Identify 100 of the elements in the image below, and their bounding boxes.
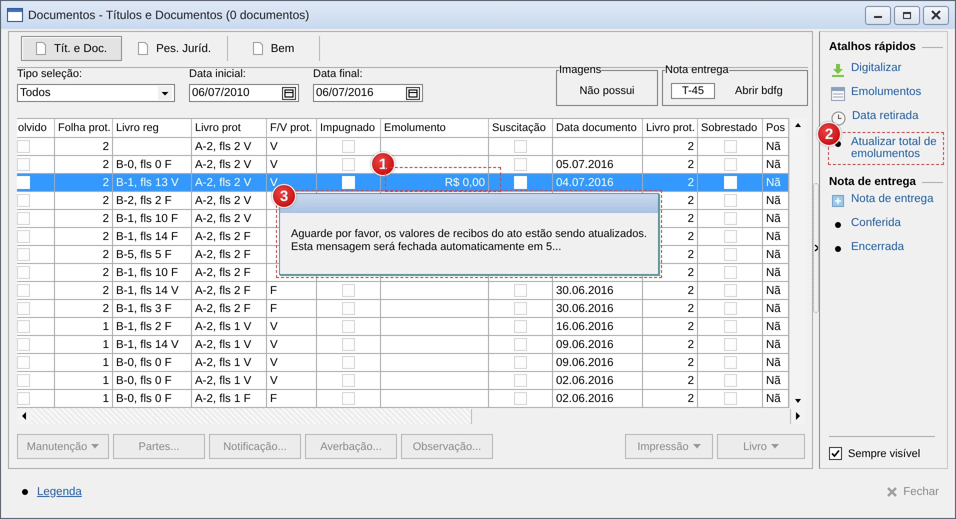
group-title: Imagens bbox=[559, 64, 602, 76]
table-cell: A-2, fls 2 F bbox=[195, 230, 251, 242]
legend-link[interactable]: Legenda bbox=[37, 486, 82, 498]
close-button[interactable] bbox=[923, 6, 949, 24]
table-cell: A-2, fls 2 F bbox=[195, 266, 251, 278]
table-cell: A-2, fls 2 V bbox=[195, 140, 252, 152]
table-cell: Nã bbox=[766, 212, 781, 224]
shortcut-link[interactable]: Emolumentos bbox=[851, 86, 922, 98]
section-heading: Nota de entrega bbox=[829, 176, 916, 188]
dialog-message: Aguarde por favor, os valores de recibos do ato estão sendo atualizados. bbox=[291, 228, 647, 240]
callout-badge: 2 bbox=[817, 122, 841, 146]
group-title: Nota entrega bbox=[665, 64, 729, 76]
caret-icon bbox=[770, 444, 779, 449]
table-cell: 2 bbox=[688, 302, 694, 314]
section-heading: Atalhos rápidos bbox=[829, 41, 916, 53]
table-icon bbox=[831, 87, 845, 101]
column-header[interactable]: Folha prot. bbox=[55, 119, 113, 137]
bullet-icon bbox=[21, 488, 29, 496]
table-cell: Nã bbox=[766, 374, 781, 386]
caret-icon bbox=[692, 444, 701, 449]
table-cell: A-2, fls 2 V bbox=[195, 212, 252, 224]
table-cell: B-1, fls 2 F bbox=[116, 320, 172, 332]
dialog-message: Esta mensagem será fechada automaticamente em 5... bbox=[291, 241, 562, 253]
table-cell: 2 bbox=[688, 320, 694, 332]
column-header[interactable]: olvido bbox=[17, 119, 55, 137]
table-cell: B-1, fls 3 F bbox=[116, 302, 172, 314]
column-header[interactable]: Livro prot bbox=[192, 119, 267, 137]
date-field[interactable]: 06/07/2010 bbox=[189, 84, 299, 102]
table-cell: 2 bbox=[688, 392, 694, 404]
table-cell: B-1, fls 14 F bbox=[116, 230, 178, 242]
shortcut-link[interactable]: Atualizar total de emolumentos bbox=[851, 136, 941, 160]
table-cell: Nã bbox=[766, 266, 781, 278]
tab[interactable]: Pes. Juríd. bbox=[122, 36, 228, 61]
delivery-link[interactable]: Nota de entrega bbox=[851, 193, 934, 205]
table-cell: 1 bbox=[102, 338, 109, 350]
field-label: Data inicial: bbox=[189, 68, 247, 80]
table-cell: 2 bbox=[102, 140, 109, 152]
table-cell: A-2, fls 2 V bbox=[195, 158, 252, 170]
shortcut-link[interactable]: Digitalizar bbox=[851, 62, 902, 74]
table-cell: Nã bbox=[766, 284, 781, 296]
document-icon bbox=[36, 42, 46, 55]
column-header[interactable]: Livro prot. bbox=[643, 119, 698, 137]
document-icon bbox=[138, 42, 148, 55]
table-cell: Nã bbox=[766, 230, 781, 242]
checkbox[interactable] bbox=[829, 447, 842, 460]
table-cell: B-1, fls 14 V bbox=[116, 338, 179, 350]
table-cell: 02.06.2016 bbox=[556, 392, 614, 404]
table-cell: 2 bbox=[688, 356, 694, 368]
table-cell: V bbox=[270, 356, 278, 368]
maximize-button[interactable] bbox=[894, 6, 920, 24]
date-field[interactable]: 06/07/2016 bbox=[313, 84, 423, 102]
note-number-field[interactable]: T-45 bbox=[671, 82, 716, 98]
column-header[interactable]: Sobrestado bbox=[698, 119, 763, 137]
table-cell: 2 bbox=[102, 230, 109, 242]
table-cell: B-1, fls 14 V bbox=[116, 284, 179, 296]
table-cell: V bbox=[270, 374, 278, 386]
table-cell: 1 bbox=[102, 374, 109, 386]
delivery-link[interactable]: Conferida bbox=[851, 217, 901, 229]
table-cell: A-2, fls 1 V bbox=[195, 338, 252, 350]
table-cell: 02.06.2016 bbox=[556, 374, 614, 386]
table-cell: 2 bbox=[688, 266, 694, 278]
table-cell: A-2, fls 1 F bbox=[195, 392, 251, 404]
tab[interactable]: Tít. e Doc. bbox=[21, 36, 122, 61]
table-cell: 09.06.2016 bbox=[556, 356, 614, 368]
splitter-handle[interactable] bbox=[813, 183, 819, 313]
table-cell: Nã bbox=[766, 194, 781, 206]
table-cell: A-2, fls 1 V bbox=[195, 356, 252, 368]
images-status: Não possui bbox=[579, 84, 635, 96]
table-cell: B-1, fls 10 F bbox=[116, 266, 178, 278]
column-header[interactable]: Livro reg bbox=[113, 119, 192, 137]
tab[interactable]: Bem bbox=[228, 36, 320, 61]
select-field[interactable]: Todos bbox=[17, 84, 175, 102]
minimize-button[interactable] bbox=[865, 6, 891, 24]
table-cell: 30.06.2016 bbox=[556, 302, 614, 314]
column-header[interactable]: F/V prot. bbox=[267, 119, 317, 137]
note-status: Abrir bdfg bbox=[735, 84, 783, 96]
table-cell: Nã bbox=[766, 248, 781, 260]
table-cell: B-0, fls 0 F bbox=[116, 158, 172, 170]
table-cell: 1 bbox=[102, 392, 109, 404]
column-header[interactable]: Data documento bbox=[553, 119, 643, 137]
clock-icon bbox=[831, 111, 846, 126]
column-header[interactable]: Emolumento bbox=[381, 119, 489, 137]
table-cell: Nã bbox=[766, 302, 781, 314]
table-cell: A-2, fls 2 V bbox=[195, 176, 252, 188]
table-cell: 05.07.2016 bbox=[556, 158, 614, 170]
table-cell: V bbox=[270, 320, 278, 332]
calendar-icon bbox=[406, 86, 420, 100]
table-cell: A-2, fls 2 V bbox=[195, 194, 252, 206]
column-header[interactable]: Suscitação bbox=[489, 119, 553, 137]
delivery-link[interactable]: Encerrada bbox=[851, 241, 904, 253]
document-icon bbox=[252, 42, 263, 55]
close-icon bbox=[930, 10, 942, 20]
column-header[interactable]: Impugnado bbox=[317, 119, 381, 137]
table-cell: A-2, fls 2 F bbox=[195, 248, 251, 260]
shortcut-link[interactable]: Data retirada bbox=[852, 110, 918, 122]
table-cell: B-0, fls 0 F bbox=[116, 356, 172, 368]
field-label: Tipo seleção: bbox=[17, 68, 84, 80]
table-cell: 2 bbox=[102, 212, 109, 224]
table-cell: 2 bbox=[688, 140, 694, 152]
table-cell: 2 bbox=[688, 284, 694, 296]
